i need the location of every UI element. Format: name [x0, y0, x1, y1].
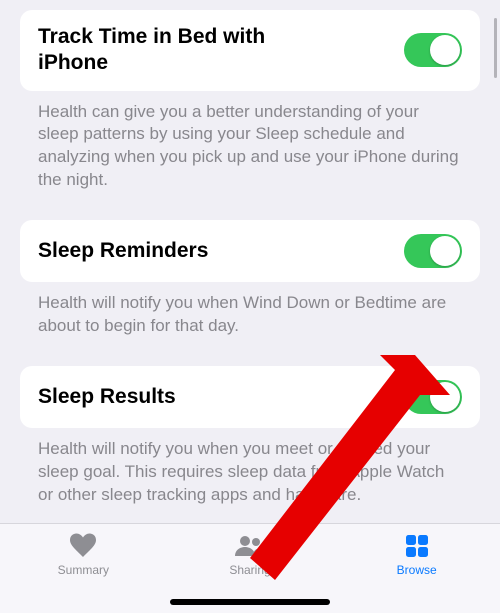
tab-summary[interactable]: Summary: [0, 524, 167, 613]
desc-track: Health can give you a better understandi…: [20, 91, 480, 211]
tab-label-sharing: Sharing: [229, 563, 270, 577]
row-title-track: Track Time in Bed with iPhone: [38, 24, 338, 77]
desc-reminders: Health will notify you when Wind Down or…: [20, 282, 480, 356]
row-title-reminders: Sleep Reminders: [38, 238, 208, 264]
desc-results: Health will notify you when you meet or …: [20, 428, 480, 525]
toggle-track-time-in-bed[interactable]: [404, 33, 462, 67]
toggle-sleep-results[interactable]: [404, 380, 462, 414]
scrollbar[interactable]: [494, 18, 497, 78]
toggle-knob: [430, 236, 460, 266]
tab-label-browse: Browse: [397, 563, 437, 577]
grid-icon: [400, 532, 434, 560]
tab-browse[interactable]: Browse: [333, 524, 500, 613]
tab-bar: Summary Sharing Browse: [0, 523, 500, 613]
toggle-knob: [430, 35, 460, 65]
heart-icon: [66, 532, 100, 560]
row-track-time-in-bed: Track Time in Bed with iPhone: [20, 10, 480, 91]
row-sleep-reminders: Sleep Reminders: [20, 220, 480, 282]
toggle-knob: [430, 382, 460, 412]
home-indicator: [170, 599, 330, 605]
row-sleep-results: Sleep Results: [20, 366, 480, 428]
toggle-sleep-reminders[interactable]: [404, 234, 462, 268]
people-icon: [233, 532, 267, 560]
tab-label-summary: Summary: [58, 563, 109, 577]
row-title-results: Sleep Results: [38, 384, 176, 410]
